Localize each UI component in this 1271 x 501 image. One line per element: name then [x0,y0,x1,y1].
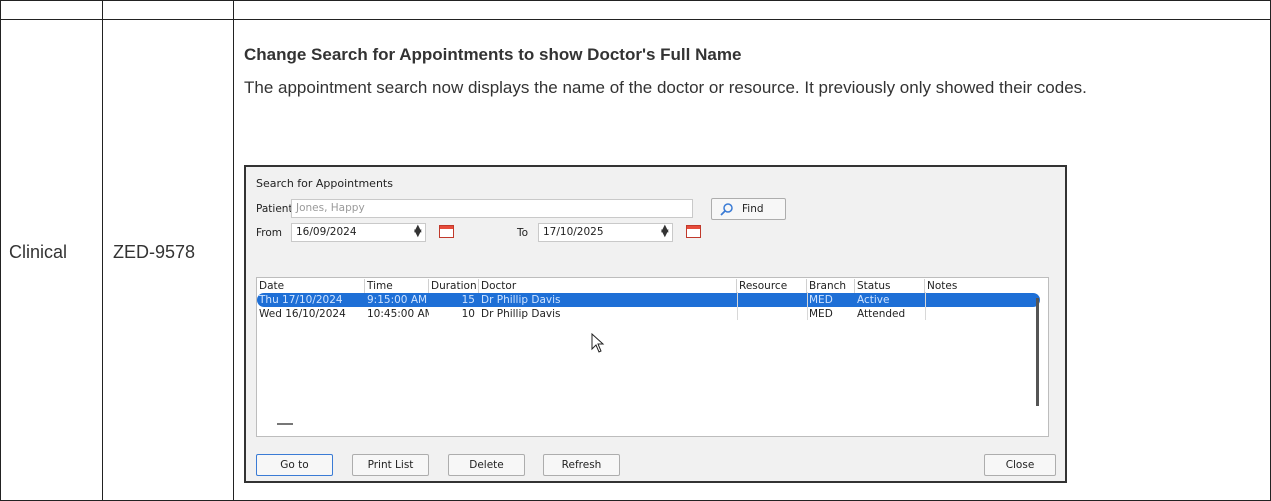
cell-status: Active [857,294,890,306]
to-calendar-icon[interactable] [686,225,701,238]
close-button[interactable]: Close [984,454,1056,476]
col-date[interactable]: Date [257,279,365,293]
col-time[interactable]: Time [365,279,429,293]
search-appointments-dialog: Search for Appointments Patient Jones, H… [244,165,1067,483]
ticket-cell: ZED-9578 [113,242,196,262]
cell-duration: 10 [461,308,475,320]
column-divider [233,0,234,501]
to-spinner-down[interactable]: ▼ [661,228,669,239]
patient-input[interactable]: Jones, Happy [291,199,693,218]
cell-time: 10:45:00 AM [367,308,429,320]
patient-label: Patient [256,203,293,215]
cell-doctor: Dr Phillip Davis [481,294,561,306]
appointments-grid[interactable]: Date Time Duration Doctor Resource Branc… [256,277,1049,437]
horizontal-scrollbar[interactable] [277,423,293,425]
cell-notes [925,293,1035,307]
from-label: From [256,227,283,239]
from-calendar-icon[interactable] [439,225,454,238]
goto-button[interactable]: Go to [256,454,333,476]
from-spinner-down[interactable]: ▼ [414,228,422,239]
column-divider [102,0,103,501]
to-date-input[interactable]: 17/10/2025 [538,223,673,242]
col-branch[interactable]: Branch [807,279,855,293]
table-row[interactable]: Wed 16/10/2024 10:45:00 AM 10 Dr Phillip… [257,307,1040,321]
cell-notes [925,307,1035,321]
cell-branch: MED [809,294,833,306]
cell-resource [737,307,807,321]
find-button[interactable]: Find [711,198,786,220]
dialog-title: Search for Appointments [256,177,393,190]
column-separator [737,292,738,320]
category-cell: Clinical [9,242,68,262]
column-separator [925,292,926,320]
refresh-button[interactable]: Refresh [543,454,620,476]
print-list-button[interactable]: Print List [352,454,429,476]
cell-doctor: Dr Phillip Davis [481,308,561,320]
col-doctor[interactable]: Doctor [479,279,737,293]
to-label: To [517,227,529,239]
change-heading: Change Search for Appointments to show D… [244,45,742,64]
cell-time: 9:15:00 AM [367,294,428,306]
column-separator [807,292,808,320]
col-status[interactable]: Status [855,279,925,293]
vertical-scrollbar[interactable] [1036,298,1039,406]
find-label: Find [742,203,764,215]
cell-resource [737,293,807,307]
cell-duration: 15 [461,294,475,306]
row-divider [0,19,1271,20]
grid-header: Date Time Duration Doctor Resource Branc… [257,279,1040,293]
delete-button[interactable]: Delete [448,454,525,476]
cell-date: Wed 16/10/2024 [259,308,346,320]
search-icon [720,203,733,216]
change-description: The appointment search now displays the … [244,78,1087,97]
col-notes[interactable]: Notes [925,279,1035,293]
row-divider [0,0,1271,1]
col-duration[interactable]: Duration [429,279,479,293]
table-row[interactable]: Thu 17/10/2024 9:15:00 AM 15 Dr Phillip … [257,293,1040,307]
col-resource[interactable]: Resource [737,279,807,293]
from-date-input[interactable]: 16/09/2024 [291,223,426,242]
cell-branch: MED [809,308,833,320]
mouse-cursor-icon [591,333,605,353]
cell-status: Attended [857,308,906,320]
cell-date: Thu 17/10/2024 [259,294,343,306]
